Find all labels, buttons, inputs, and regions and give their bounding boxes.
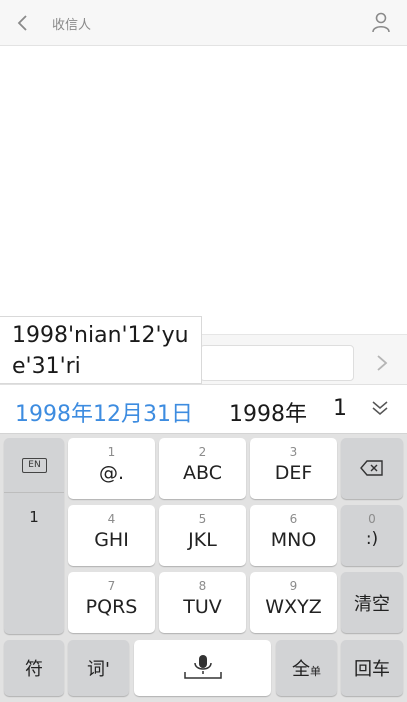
key-label: MNO [270, 529, 317, 551]
key-number: 5 [198, 512, 207, 526]
candidate-2[interactable]: 1998年 [229, 396, 307, 428]
message-area [0, 47, 407, 334]
key-label: PQRS [85, 596, 138, 618]
key-1[interactable]: 1 @. [68, 438, 155, 499]
symbol-label: 符 [25, 659, 43, 680]
symbol-button[interactable]: 符 [4, 640, 64, 696]
key-8[interactable]: 8 TUV [159, 572, 246, 633]
key-number: 0 [368, 512, 376, 526]
left-list-panel[interactable]: EN 1 [4, 438, 64, 634]
candidate-bar: 1998年12月31日 1998年 1 [0, 384, 407, 434]
microphone-icon [183, 655, 222, 679]
person-icon[interactable] [371, 11, 391, 33]
key-number: 4 [107, 512, 116, 526]
recipient-field[interactable]: 收信人 [52, 14, 91, 33]
key-label: JKL [188, 529, 217, 551]
fullwidth-label: 全单 [276, 655, 337, 681]
fullwidth-main: 全 [292, 659, 310, 680]
top-bar: 收信人 [0, 0, 407, 46]
key-number: 9 [289, 579, 298, 593]
key-5[interactable]: 5 JKL [159, 505, 246, 566]
left-list-item[interactable]: 1 [4, 508, 64, 526]
key-3[interactable]: 3 DEF [250, 438, 337, 499]
en-switch-icon[interactable]: EN [22, 458, 47, 473]
key-label: :) [365, 529, 379, 549]
word-separator-label: 词' [87, 659, 110, 680]
expand-candidates-icon[interactable] [371, 399, 389, 417]
chevron-left-icon[interactable] [12, 12, 34, 34]
key-number: 2 [198, 445, 207, 459]
backspace-icon [360, 460, 383, 476]
key-label: ABC [183, 462, 222, 484]
key-6[interactable]: 6 MNO [250, 505, 337, 566]
send-arrow-icon[interactable] [375, 354, 389, 372]
candidate-3[interactable]: 1 [333, 396, 347, 421]
enter-label: 回车 [354, 659, 390, 680]
clear-label: 清空 [354, 593, 390, 615]
key-number: 1 [107, 445, 116, 459]
key-number: 3 [289, 445, 298, 459]
key-number: 8 [198, 579, 207, 593]
pinyin-composition: 1998'nian'12'yue'31'ri [0, 316, 202, 384]
key-label: @. [98, 462, 125, 484]
key-0[interactable]: 0 :) [341, 505, 403, 566]
divider [4, 492, 64, 493]
candidate-1[interactable]: 1998年12月31日 [15, 396, 193, 428]
key-4[interactable]: 4 GHI [68, 505, 155, 566]
key-label: DEF [274, 462, 313, 484]
enter-button[interactable]: 回车 [341, 640, 403, 696]
key-2[interactable]: 2 ABC [159, 438, 246, 499]
key-label: WXYZ [265, 596, 322, 618]
key-number: 7 [107, 579, 116, 593]
message-input[interactable] [200, 345, 354, 381]
fullwidth-sub: 单 [310, 665, 321, 678]
clear-button[interactable]: 清空 [341, 572, 403, 633]
key-label: GHI [94, 529, 129, 551]
key-9[interactable]: 9 WXYZ [250, 572, 337, 633]
backspace-button[interactable] [341, 438, 403, 499]
space-button[interactable] [134, 640, 271, 696]
key-number: 6 [289, 512, 298, 526]
key-7[interactable]: 7 PQRS [68, 572, 155, 633]
key-label: TUV [183, 596, 222, 618]
keyboard: EN 1 1 @. 2 ABC 3 DEF 4 GHI 5 JKL 6 MNO … [0, 434, 407, 702]
fullwidth-toggle-button[interactable]: 全单 [276, 640, 337, 696]
word-separator-button[interactable]: 词' [68, 640, 129, 696]
